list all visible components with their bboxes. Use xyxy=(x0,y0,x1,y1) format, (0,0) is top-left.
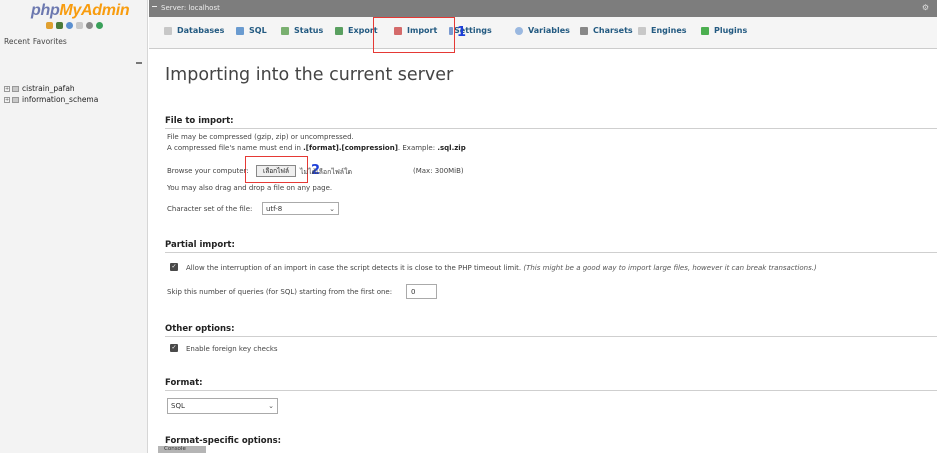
tab-databases[interactable]: Databases xyxy=(164,26,224,35)
max-size-text: (Max: 300MiB) xyxy=(413,167,464,175)
filename-note: A compressed file's name must end in .[f… xyxy=(167,144,466,152)
database-icon xyxy=(164,26,172,35)
console-toggle[interactable]: Console xyxy=(158,446,206,453)
database-icon xyxy=(12,85,19,92)
filename-note-prefix: A compressed file's name must end in xyxy=(167,144,304,152)
tab-label: Plugins xyxy=(714,26,748,35)
reload-icon[interactable] xyxy=(96,22,103,29)
format-heading: Format: xyxy=(165,378,203,388)
gear-icon[interactable] xyxy=(86,22,93,29)
logo-php: php xyxy=(31,2,60,19)
browse-label: Browse your computer: xyxy=(167,167,249,175)
divider xyxy=(165,390,937,391)
tab-label: Databases xyxy=(177,26,225,35)
sql-icon xyxy=(236,26,244,35)
filename-note-mid: . Example: xyxy=(397,144,438,152)
docs-icon[interactable] xyxy=(76,22,83,29)
divider xyxy=(165,336,937,337)
variables-icon xyxy=(515,26,523,35)
allow-interrupt-checkbox[interactable]: ✓ xyxy=(170,263,178,271)
database-icon xyxy=(12,96,19,103)
collapse-nav-icon[interactable] xyxy=(152,6,157,7)
format-specific-heading: Format-specific options: xyxy=(165,436,282,446)
navigation-panel: phpMyAdmin Recent Favorites + cistrain_paf… xyxy=(0,0,148,453)
export-icon xyxy=(335,26,343,35)
annotation-step-1: 1 xyxy=(457,25,467,40)
other-options-heading: Other options: xyxy=(165,324,235,334)
expand-icon[interactable]: + xyxy=(4,85,10,92)
format-select[interactable]: SQL ⌄ xyxy=(167,398,278,414)
import-tab-highlight xyxy=(373,17,455,53)
page-title: Importing into the current server xyxy=(165,65,454,85)
tab-charsets[interactable]: Charsets xyxy=(580,26,633,35)
status-icon xyxy=(281,26,289,35)
allow-interrupt-label: Allow the interruption of an import in c… xyxy=(186,264,817,272)
format-value: SQL xyxy=(171,402,185,410)
server-breadcrumb-bar: Server: localhost ⚙ xyxy=(149,0,937,17)
skip-queries-label: Skip this number of queries (for SQL) st… xyxy=(167,288,393,296)
charsets-icon xyxy=(580,26,588,35)
tab-sql[interactable]: SQL xyxy=(236,26,267,35)
foreign-key-checkbox[interactable]: ✓ xyxy=(170,344,178,352)
plugins-icon xyxy=(701,26,709,35)
collapse-icon[interactable] xyxy=(136,62,142,64)
divider xyxy=(165,128,937,129)
filename-example: .sql.zip xyxy=(437,144,466,152)
home-icon[interactable] xyxy=(46,22,53,29)
db-tree-item[interactable]: + information_schema xyxy=(4,95,98,104)
expand-icon[interactable]: + xyxy=(4,96,10,103)
logo-myadmin: MyAdmin xyxy=(59,2,130,19)
filename-format: .[format].[compression] xyxy=(303,144,398,152)
allow-interrupt-note: (This might be a good way to import larg… xyxy=(523,264,817,272)
skip-queries-input[interactable]: 0 xyxy=(406,284,437,299)
drag-drop-note: You may also drag and drop a file on any… xyxy=(167,184,333,192)
no-file-chosen-text: ไม่ได้เลือกไฟล์ใด xyxy=(300,168,353,176)
tab-export[interactable]: Export xyxy=(335,26,378,35)
tab-settings[interactable]: Settings xyxy=(449,26,492,35)
top-menu-tabs: Databases SQL Status Export Import Setti… xyxy=(149,17,937,49)
tab-label: Variables xyxy=(528,26,570,35)
tab-recent[interactable]: Recent xyxy=(4,37,30,46)
compression-note: File may be compressed (gzip, zip) or un… xyxy=(167,133,354,141)
charset-select[interactable]: utf-8 ⌄ xyxy=(262,202,339,215)
db-name[interactable]: information_schema xyxy=(22,95,98,104)
divider xyxy=(165,252,937,253)
choose-file-button[interactable]: เลือกไฟล์ xyxy=(256,165,296,177)
tab-variables[interactable]: Variables xyxy=(515,26,570,35)
server-breadcrumb[interactable]: Server: localhost xyxy=(161,4,220,12)
file-to-import-heading: File to import: xyxy=(165,116,234,126)
tab-plugins[interactable]: Plugins xyxy=(701,26,747,35)
tab-favorites[interactable]: Favorites xyxy=(33,37,67,46)
tab-label: Status xyxy=(294,26,324,35)
foreign-key-label: Enable foreign key checks xyxy=(186,345,278,353)
db-tree-item[interactable]: + cistrain_pafah xyxy=(4,84,75,93)
chevron-down-icon: ⌄ xyxy=(329,204,335,213)
nav-icon-bar xyxy=(46,22,103,29)
allow-interrupt-text: Allow the interruption of an import in c… xyxy=(186,264,522,272)
engines-icon xyxy=(638,26,646,35)
logout-icon[interactable] xyxy=(56,22,63,29)
chevron-down-icon: ⌄ xyxy=(268,402,274,410)
charset-value: utf-8 xyxy=(266,204,283,213)
partial-import-heading: Partial import: xyxy=(165,240,235,250)
settings-gear-icon[interactable]: ⚙ xyxy=(922,3,929,12)
tab-label: Engines xyxy=(651,26,687,35)
db-name[interactable]: cistrain_pafah xyxy=(22,84,75,93)
tab-label: Charsets xyxy=(593,26,633,35)
nav-tabs: Recent Favorites xyxy=(4,37,70,46)
tab-label: SQL xyxy=(249,26,267,35)
tab-status[interactable]: Status xyxy=(281,26,323,35)
charset-label: Character set of the file: xyxy=(167,205,253,213)
phpmyadmin-logo[interactable]: phpMyAdmin xyxy=(31,2,130,20)
tab-engines[interactable]: Engines xyxy=(638,26,687,35)
help-icon[interactable] xyxy=(66,22,73,29)
